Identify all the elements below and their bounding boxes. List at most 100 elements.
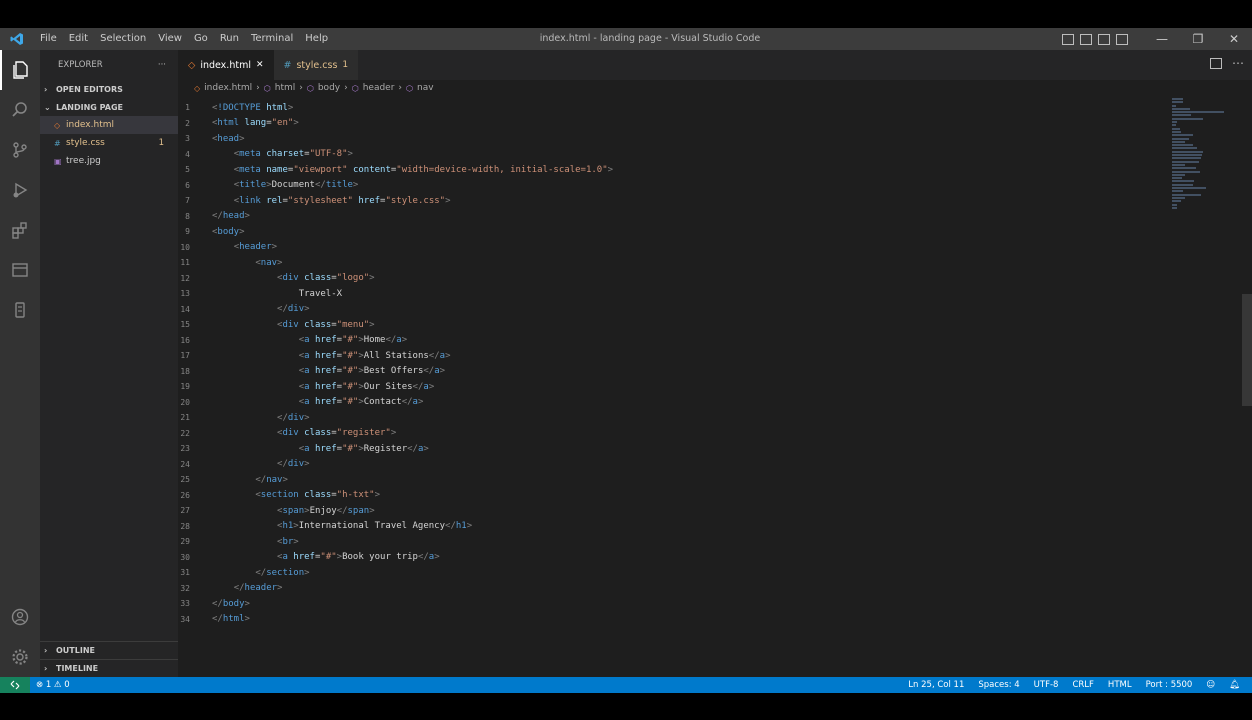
indentation[interactable]: Spaces: 4: [978, 680, 1019, 690]
timeline-label: TIMELINE: [56, 664, 99, 673]
code-line[interactable]: 15 <div class="menu">: [178, 317, 1252, 333]
code-line[interactable]: 10 <header>: [178, 240, 1252, 256]
open-editors-section[interactable]: › OPEN EDITORS: [40, 80, 178, 98]
code-line[interactable]: 5 <meta name="viewport" content="width=d…: [178, 162, 1252, 178]
live-server-port[interactable]: Port : 5500: [1146, 680, 1193, 690]
code-line[interactable]: 28 <h1>International Travel Agency</h1>: [178, 519, 1252, 535]
extensions-icon[interactable]: [0, 210, 40, 250]
close-tab-icon[interactable]: ✕: [256, 60, 264, 70]
encoding[interactable]: UTF-8: [1034, 680, 1059, 690]
breadcrumb-item[interactable]: nav: [417, 83, 434, 93]
code-line[interactable]: 18 <a href="#">Best Offers</a>: [178, 364, 1252, 380]
line-number: 17: [180, 351, 190, 361]
code-line[interactable]: 20 <a href="#">Contact</a>: [178, 395, 1252, 411]
editor-more-icon[interactable]: ⋯: [1232, 56, 1244, 70]
menu-item-run[interactable]: Run: [214, 28, 245, 50]
minimap[interactable]: [1172, 98, 1232, 209]
code-line[interactable]: 30 <a href="#">Book your trip</a>: [178, 550, 1252, 566]
remote-explorer-icon[interactable]: [0, 250, 40, 290]
file-item[interactable]: # style.css 1: [40, 134, 178, 152]
menu-item-terminal[interactable]: Terminal: [245, 28, 299, 50]
breadcrumb-item[interactable]: html: [275, 83, 296, 93]
code-line[interactable]: 1 <!DOCTYPE html>: [178, 100, 1252, 116]
menu-item-help[interactable]: Help: [299, 28, 334, 50]
code-line[interactable]: 2 <html lang="en">: [178, 116, 1252, 132]
code-line[interactable]: 6 <title>Document</title>: [178, 178, 1252, 194]
code-line[interactable]: 14 </div>: [178, 302, 1252, 318]
notifications-bell-icon[interactable]: 🔔︎: [1229, 680, 1240, 690]
customize-layout-icon[interactable]: [1116, 33, 1128, 45]
explorer-icon[interactable]: [0, 50, 40, 90]
breadcrumb-item[interactable]: index.html: [204, 83, 252, 93]
title-bar: File Edit Selection View Go Run Terminal Help i…: [0, 28, 1252, 50]
cursor-position[interactable]: Ln 25, Col 11: [908, 680, 964, 690]
code-line[interactable]: 22 <div class="register">: [178, 426, 1252, 442]
menu-item-view[interactable]: View: [152, 28, 188, 50]
minimize-button[interactable]: —: [1144, 28, 1180, 50]
accounts-icon[interactable]: [0, 597, 40, 637]
menu-item-edit[interactable]: Edit: [63, 28, 94, 50]
breadcrumb-item[interactable]: body: [318, 83, 340, 93]
code-line[interactable]: 29 <br>: [178, 534, 1252, 550]
css-icon: #: [283, 59, 292, 71]
close-window-button[interactable]: ✕: [1216, 28, 1252, 50]
feedback-icon[interactable]: ☺: [1206, 680, 1215, 690]
code-line[interactable]: 32 </header>: [178, 581, 1252, 597]
code-line[interactable]: 25 </nav>: [178, 472, 1252, 488]
file-item[interactable]: ▣ tree.jpg: [40, 152, 178, 170]
end-of-line[interactable]: CRLF: [1072, 680, 1093, 690]
line-number: 27: [180, 506, 190, 516]
code-line[interactable]: 12 <div class="logo">: [178, 271, 1252, 287]
toggle-panel-icon[interactable]: [1080, 33, 1092, 45]
outline-section[interactable]: › OUTLINE: [40, 641, 178, 659]
code-line[interactable]: 7 <link rel="stylesheet" href="style.css…: [178, 193, 1252, 209]
code-line[interactable]: 31 </section>: [178, 565, 1252, 581]
settings-gear-icon[interactable]: [0, 637, 40, 677]
search-icon[interactable]: [0, 90, 40, 130]
code-line[interactable]: 17 <a href="#">All Stations</a>: [178, 348, 1252, 364]
editor-area: ◇ index.html ✕ # style.css 1 ⋯ ◇ index.html › ⬡ h…: [178, 50, 1252, 677]
code-line[interactable]: 11 <nav>: [178, 255, 1252, 271]
menu-item-selection[interactable]: Selection: [94, 28, 152, 50]
editor-tab[interactable]: ◇ index.html ✕: [178, 50, 274, 80]
html-icon: ◇: [188, 59, 196, 71]
toggle-secondary-sidebar-icon[interactable]: [1098, 33, 1110, 45]
line-number: 8: [185, 211, 190, 221]
code-line[interactable]: 34 </html>: [178, 612, 1252, 628]
vertical-scrollbar[interactable]: [1242, 294, 1252, 406]
code-line[interactable]: 24 </div>: [178, 457, 1252, 473]
explorer-more-button[interactable]: ···: [158, 60, 166, 70]
timeline-section[interactable]: › TIMELINE: [40, 659, 178, 677]
code-line[interactable]: 19 <a href="#">Our Sites</a>: [178, 379, 1252, 395]
code-line[interactable]: 21 </div>: [178, 410, 1252, 426]
problems-indicator[interactable]: ⊗ 1 ⚠ 0: [36, 680, 70, 690]
minimap-line: [1172, 114, 1191, 117]
code-line[interactable]: 16 <a href="#">Home</a>: [178, 333, 1252, 349]
code-line[interactable]: 26 <section class="h-txt">: [178, 488, 1252, 504]
code-line[interactable]: 33 </body>: [178, 596, 1252, 612]
run-debug-icon[interactable]: [0, 170, 40, 210]
toggle-sidebar-icon[interactable]: [1062, 33, 1074, 45]
line-number: 25: [180, 475, 190, 485]
breadcrumb-item[interactable]: header: [363, 83, 395, 93]
code-line[interactable]: 27 <span>Enjoy</span>: [178, 503, 1252, 519]
code-line[interactable]: 23 <a href="#">Register</a>: [178, 441, 1252, 457]
testing-icon[interactable]: [0, 290, 40, 330]
file-item[interactable]: ◇ index.html: [40, 116, 178, 134]
language-mode[interactable]: HTML: [1108, 680, 1132, 690]
code-text: <a href="#">Home</a>: [298, 335, 408, 346]
editor-tab[interactable]: # style.css 1: [273, 50, 359, 80]
code-line[interactable]: 4 <meta charset="UTF-8">: [178, 147, 1252, 163]
code-line[interactable]: 13 Travel-X: [178, 286, 1252, 302]
menu-item-go[interactable]: Go: [188, 28, 214, 50]
split-editor-icon[interactable]: [1210, 58, 1222, 69]
menu-item-file[interactable]: File: [34, 28, 63, 50]
code-line[interactable]: 9 <body>: [178, 224, 1252, 240]
remote-indicator-icon[interactable]: [0, 677, 30, 693]
source-control-icon[interactable]: [0, 130, 40, 170]
code-editor[interactable]: 1 <!DOCTYPE html> 2 <html lang="en"> 3 <head>…: [178, 100, 1252, 627]
folder-section[interactable]: ⌄ LANDING PAGE: [40, 98, 178, 116]
maximize-button[interactable]: ❐: [1180, 28, 1216, 50]
code-line[interactable]: 3 <head>: [178, 131, 1252, 147]
code-line[interactable]: 8 </head>: [178, 209, 1252, 225]
